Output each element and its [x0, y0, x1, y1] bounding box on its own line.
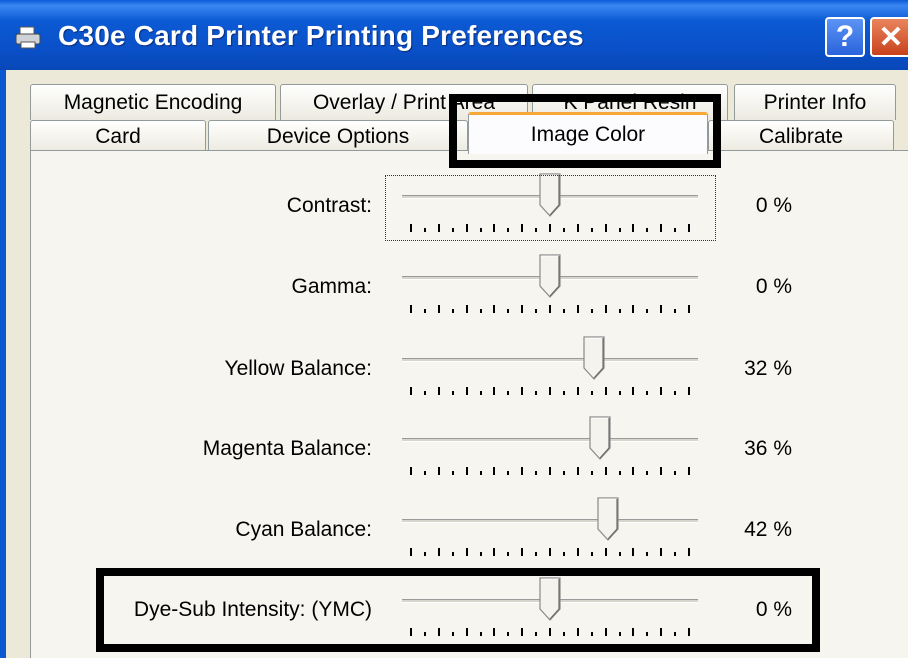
close-button[interactable]: ✕ [870, 17, 908, 57]
magenta-balance-slider[interactable] [402, 438, 698, 442]
contrast-label: Contrast: [286, 194, 372, 217]
cyan-balance-slider[interactable] [402, 519, 698, 523]
yellow-balance-slider[interactable] [402, 358, 698, 362]
gamma-slider-thumb[interactable] [538, 254, 562, 298]
yellow-balance-ticks [400, 387, 700, 399]
cyan-balance-value: 42 % [744, 518, 792, 541]
magenta-balance-value: 36 % [744, 437, 792, 460]
gamma-label: Gamma: [291, 275, 372, 298]
yellow-balance-value: 32 % [744, 357, 792, 380]
highlight-box-dye-sub [96, 568, 820, 652]
cyan-balance-slider-thumb[interactable] [596, 497, 620, 541]
tab-magnetic-encoding[interactable]: Magnetic Encoding [30, 84, 276, 120]
magenta-balance-slider-thumb[interactable] [588, 416, 612, 460]
cyan-balance-ticks [400, 548, 700, 560]
gamma-ticks [400, 305, 700, 317]
contrast-value: 0 % [755, 194, 792, 217]
printer-icon [15, 26, 41, 49]
tab-card[interactable]: Card [30, 120, 206, 152]
tab-calibrate[interactable]: Calibrate [708, 120, 894, 152]
gamma-value: 0 % [755, 275, 792, 298]
magenta-balance-label: Magenta Balance: [202, 437, 372, 460]
window-title: C30e Card Printer Printing Preferences [58, 20, 584, 51]
title-bar[interactable]: C30e Card Printer Printing Preferences ?… [0, 0, 908, 70]
magenta-balance-ticks [400, 467, 700, 479]
yellow-balance-slider-thumb[interactable] [582, 336, 606, 380]
yellow-balance-label: Yellow Balance: [224, 357, 373, 380]
cyan-balance-label: Cyan Balance: [235, 518, 372, 541]
help-button[interactable]: ? [825, 17, 865, 57]
tab-printer-info[interactable]: Printer Info [734, 84, 896, 120]
highlight-box-tab [449, 94, 721, 168]
tab-device-options[interactable]: Device Options [208, 120, 468, 152]
focus-rectangle [385, 175, 716, 241]
